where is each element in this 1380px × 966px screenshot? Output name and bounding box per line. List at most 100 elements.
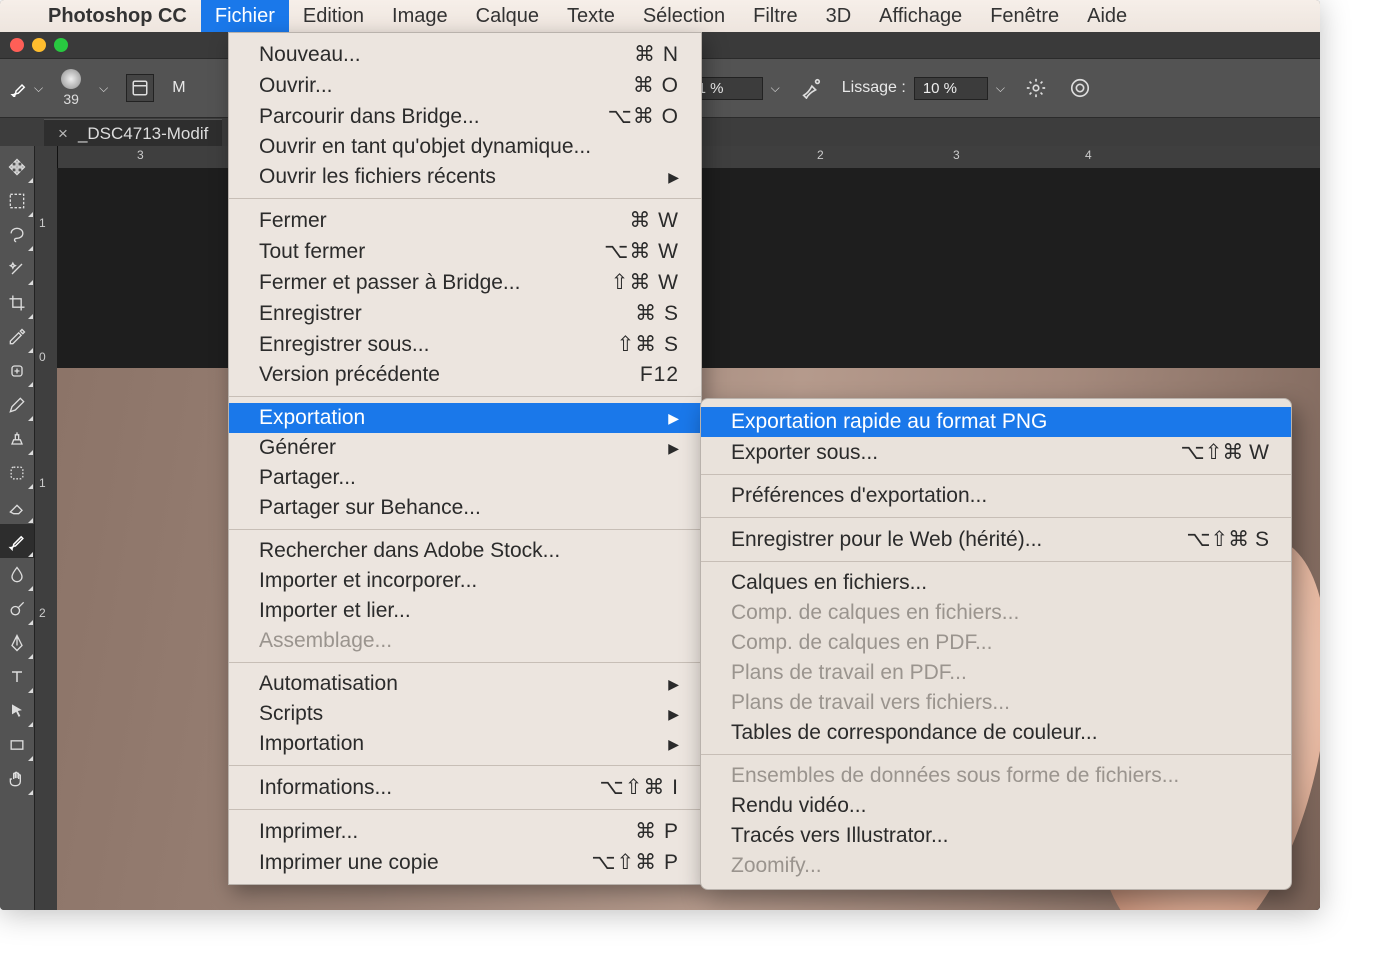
marquee-tool[interactable]: [0, 184, 34, 218]
menu-3d[interactable]: 3D: [812, 0, 866, 32]
healing-brush-tool[interactable]: [0, 354, 34, 388]
dodge-tool[interactable]: [0, 592, 34, 626]
mode-selector[interactable]: M: [172, 79, 185, 97]
file-menu-item[interactable]: Fermer⌘ W: [229, 205, 701, 236]
menu-item-label: Nouveau...: [259, 43, 361, 67]
pen-tool[interactable]: [0, 626, 34, 660]
menu-shortcut: ⌥⇧⌘ S: [1186, 527, 1269, 552]
maximize-window-icon[interactable]: [54, 38, 68, 52]
ruler-tick: 1: [39, 476, 46, 490]
menu-shortcut: F12: [640, 363, 679, 387]
menu-aide[interactable]: Aide: [1073, 0, 1141, 32]
file-menu-item[interactable]: Ouvrir... ⌘ O: [229, 70, 701, 101]
export-submenu-item[interactable]: Enregistrer pour le Web (hérité)...⌥⇧⌘ S: [701, 524, 1291, 555]
file-menu-item[interactable]: Tout fermer⌥⌘ W: [229, 236, 701, 267]
ruler-vertical[interactable]: 1 0 1 2: [35, 146, 58, 910]
chevron-down-icon[interactable]: ⌵: [99, 81, 108, 96]
patch-tool[interactable]: [0, 456, 34, 490]
file-menu-item[interactable]: Partager sur Behance...: [229, 493, 701, 523]
pencil-tool[interactable]: [0, 388, 34, 422]
file-menu-item[interactable]: Rechercher dans Adobe Stock...: [229, 536, 701, 566]
current-tool-indicator[interactable]: ⌵: [10, 79, 43, 97]
menu-shortcut: ⌥⌘ O: [608, 104, 679, 129]
file-menu-item[interactable]: Importer et lier...: [229, 596, 701, 626]
menu-calque[interactable]: Calque: [462, 0, 553, 32]
file-menu-item[interactable]: Version précédenteF12: [229, 360, 701, 390]
move-tool[interactable]: [0, 150, 34, 184]
ruler-tick: 0: [39, 350, 46, 364]
export-submenu-item: Plans de travail vers fichiers...: [701, 688, 1291, 718]
menu-edition[interactable]: Edition: [289, 0, 378, 32]
brush-size-value: 39: [63, 91, 79, 107]
export-submenu-item[interactable]: Rendu vidéo...: [701, 791, 1291, 821]
export-submenu: Exportation rapide au format PNGExporter…: [700, 398, 1292, 890]
submenu-arrow-icon: ▶: [668, 706, 679, 723]
ruler-tick: 1: [39, 216, 46, 230]
type-tool[interactable]: [0, 660, 34, 694]
file-menu-item[interactable]: Informations...⌥⇧⌘ I: [229, 772, 701, 803]
document-tab[interactable]: × _DSC4713-Modif: [44, 119, 222, 148]
menu-affichage[interactable]: Affichage: [865, 0, 976, 32]
brush-settings-panel-button[interactable]: [126, 74, 154, 102]
file-menu-item[interactable]: Scripts▶: [229, 699, 701, 729]
pressure-opacity-icon[interactable]: [1067, 75, 1093, 101]
export-submenu-item[interactable]: Tables de correspondance de couleur...: [701, 718, 1291, 748]
menu-image[interactable]: Image: [378, 0, 462, 32]
file-menu-item[interactable]: Enregistrer sous...⇧⌘ S: [229, 329, 701, 360]
magic-wand-tool[interactable]: [0, 252, 34, 286]
airbrush-toggle-icon[interactable]: [798, 75, 824, 101]
file-menu-item[interactable]: Ouvrir les fichiers récents▶: [229, 162, 701, 192]
eraser-tool[interactable]: [0, 490, 34, 524]
export-submenu-item[interactable]: Préférences d'exportation...: [701, 481, 1291, 511]
export-submenu-item[interactable]: Tracés vers Illustrator...: [701, 821, 1291, 851]
menu-texte[interactable]: Texte: [553, 0, 629, 32]
path-select-tool[interactable]: [0, 694, 34, 728]
menu-shortcut: ⌘ O: [633, 73, 679, 98]
file-menu-item[interactable]: Imprimer une copie⌥⇧⌘ P: [229, 847, 701, 878]
menu-item-label: Partager...: [259, 466, 356, 490]
lissage-value-input[interactable]: 10 %: [914, 77, 988, 100]
hand-tool[interactable]: [0, 762, 34, 796]
file-menu-item[interactable]: Partager...: [229, 463, 701, 493]
crop-tool[interactable]: [0, 286, 34, 320]
chevron-down-icon[interactable]: ⌵: [996, 81, 1005, 96]
brush-preset-picker[interactable]: 39: [61, 69, 81, 107]
file-menu-item[interactable]: Nouveau...⌘ N: [229, 39, 701, 70]
minimize-window-icon[interactable]: [32, 38, 46, 52]
brush-icon: [10, 79, 28, 97]
smoothing-settings-gear-icon[interactable]: [1023, 75, 1049, 101]
rectangle-tool[interactable]: [0, 728, 34, 762]
menu-fenetre[interactable]: Fenêtre: [976, 0, 1073, 32]
file-menu-item[interactable]: Enregistrer⌘ S: [229, 298, 701, 329]
file-menu-item[interactable]: Importer et incorporer...: [229, 566, 701, 596]
mac-menubar: Photoshop CC Fichier Edition Image Calqu…: [0, 0, 1320, 32]
menu-shortcut: ⌥⌘ W: [604, 239, 679, 264]
menu-item-label: Ouvrir en tant qu'objet dynamique...: [259, 135, 591, 159]
brush-preview-icon: [61, 69, 81, 89]
chevron-down-icon[interactable]: ⌵: [771, 81, 780, 96]
blur-tool[interactable]: [0, 558, 34, 592]
eyedropper-tool[interactable]: [0, 320, 34, 354]
menu-fichier[interactable]: Fichier: [201, 0, 289, 32]
brush-tool[interactable]: [0, 524, 34, 558]
menu-selection[interactable]: Sélection: [629, 0, 739, 32]
file-menu-item[interactable]: Générer▶: [229, 433, 701, 463]
file-menu-item[interactable]: Imprimer...⌘ P: [229, 816, 701, 847]
close-tab-icon[interactable]: ×: [58, 124, 68, 144]
menu-item-label: Informations...: [259, 776, 392, 800]
submenu-arrow-icon: ▶: [668, 736, 679, 753]
export-submenu-item[interactable]: Calques en fichiers...: [701, 568, 1291, 598]
export-submenu-item[interactable]: Exportation rapide au format PNG: [701, 407, 1291, 437]
file-menu-item[interactable]: Automatisation▶: [229, 669, 701, 699]
file-menu-item[interactable]: Parcourir dans Bridge...⌥⌘ O: [229, 101, 701, 132]
lasso-tool[interactable]: [0, 218, 34, 252]
file-menu-item[interactable]: Ouvrir en tant qu'objet dynamique...: [229, 132, 701, 162]
menu-filtre[interactable]: Filtre: [739, 0, 811, 32]
export-submenu-item[interactable]: Exporter sous...⌥⇧⌘ W: [701, 437, 1291, 468]
clone-stamp-tool[interactable]: [0, 422, 34, 456]
file-menu-item[interactable]: Fermer et passer à Bridge...⇧⌘ W: [229, 267, 701, 298]
file-menu-item[interactable]: Exportation▶: [229, 403, 701, 433]
file-menu-item[interactable]: Importation▶: [229, 729, 701, 759]
menu-item-label: Ouvrir...: [259, 74, 333, 98]
close-window-icon[interactable]: [10, 38, 24, 52]
